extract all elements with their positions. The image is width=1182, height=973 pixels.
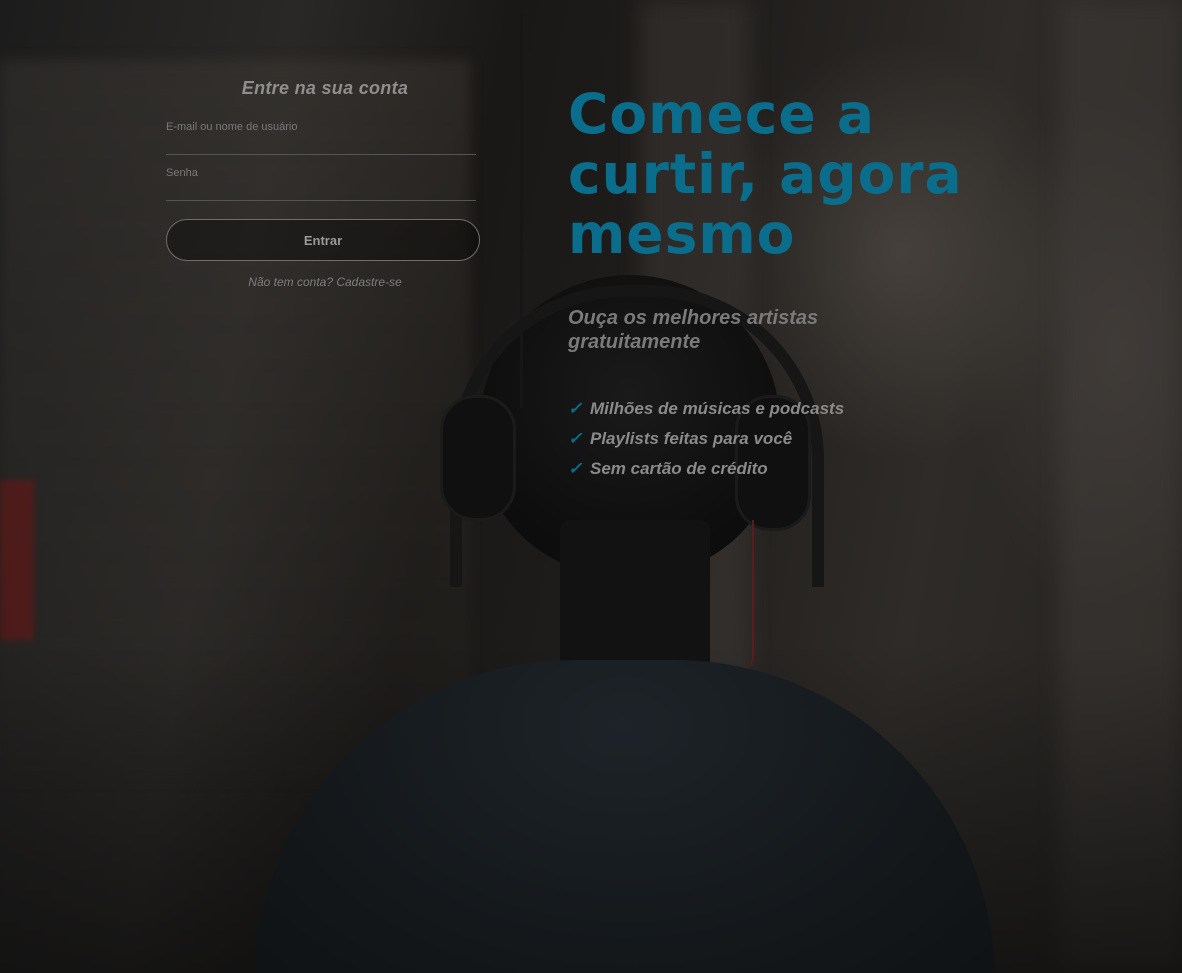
- hero-title: Comece a curtir, agora mesmo: [568, 82, 963, 266]
- hero-section: Comece a curtir, agora mesmo Ouça os mel…: [568, 84, 1008, 484]
- login-form: Entre na sua conta E-mail ou nome de usu…: [166, 78, 484, 378]
- hero-subtitle: Ouça os melhores artistas gratuitamente: [568, 307, 819, 353]
- background-red-sign: [0, 480, 34, 640]
- landing-page: Entre na sua conta E-mail ou nome de usu…: [0, 0, 1182, 973]
- email-input[interactable]: [166, 135, 476, 155]
- vertical-divider: [520, 14, 523, 408]
- check-icon: ✓: [568, 429, 583, 448]
- headphones-cable: [740, 520, 754, 670]
- benefit-label: Playlists feitas para você: [590, 429, 793, 448]
- email-field-group: E-mail ou nome de usuário: [166, 121, 484, 155]
- benefit-item: ✓ Sem cartão de crédito: [568, 454, 1008, 484]
- headphones-left-earcup: [440, 395, 516, 521]
- signup-link[interactable]: Não tem conta? Cadastre-se: [166, 275, 484, 289]
- login-button[interactable]: Entrar: [166, 219, 480, 261]
- benefit-label: Sem cartão de crédito: [590, 459, 768, 478]
- email-label: E-mail ou nome de usuário: [166, 121, 298, 133]
- login-title: Entre na sua conta: [241, 78, 409, 98]
- benefit-item: ✓ Playlists feitas para você: [568, 424, 1008, 454]
- benefits-list: ✓ Milhões de músicas e podcasts ✓ Playli…: [568, 394, 1008, 484]
- benefit-label: Milhões de músicas e podcasts: [590, 399, 845, 418]
- password-input[interactable]: [166, 181, 476, 201]
- password-label: Senha: [166, 167, 198, 179]
- password-field-group: Senha: [166, 167, 484, 201]
- benefit-item: ✓ Milhões de músicas e podcasts: [568, 394, 1008, 424]
- check-icon: ✓: [568, 399, 583, 418]
- check-icon: ✓: [568, 459, 583, 478]
